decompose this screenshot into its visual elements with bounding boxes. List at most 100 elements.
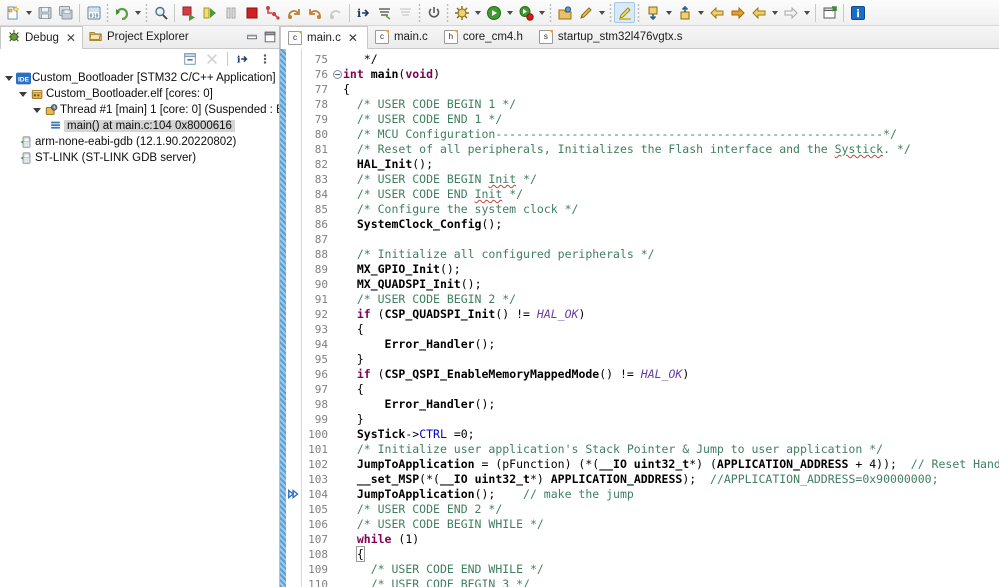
step-over-button[interactable] [283,2,304,23]
previous-annotation-button[interactable] [674,2,695,23]
pencil-button[interactable] [575,2,596,23]
next-edit-dropdown[interactable] [801,2,812,23]
code-line[interactable]: /* USER CODE END 2 */ [343,502,999,517]
run-configurations-button[interactable] [483,2,504,23]
power-button[interactable] [423,2,444,23]
code-line[interactable]: /* Reset of all peripherals, Initializes… [343,142,999,157]
view-menu-button[interactable] [255,50,275,68]
maximize-view-button[interactable] [261,26,279,48]
build-hammer-button[interactable]: 010 [83,2,104,23]
next-edit-button[interactable] [780,2,801,23]
debug-resume-button[interactable] [178,2,199,23]
code-line[interactable]: JumpToApplication(); // make the jump [343,487,999,502]
new-wizard-button[interactable] [2,2,23,23]
instruction-stepping-button[interactable]: i [353,2,374,23]
close-icon[interactable]: ✕ [66,31,76,45]
code-line[interactable]: Error_Handler(); [343,397,999,412]
next-annotation-dropdown[interactable] [663,2,674,23]
editor-tab-main-c[interactable]: c main.c [368,26,437,48]
code-line[interactable]: } [343,352,999,367]
save-all-button[interactable] [55,2,76,23]
code-line[interactable]: /* USER CODE END Init */ [343,187,999,202]
code-line[interactable]: { [343,82,999,97]
code-line[interactable]: JumpToApplication = (pFunction) (*(__IO … [343,457,999,472]
folding-ruler[interactable] [332,49,343,587]
view-tab-debug[interactable]: Debug ✕ [0,26,83,49]
code-text[interactable]: */int main(void){ /* USER CODE BEGIN 1 *… [343,49,999,587]
code-line[interactable]: { [343,547,999,562]
code-line[interactable]: while (1) [343,532,999,547]
tree-row-launch[interactable]: IDE Custom_Bootloader [STM32 C/C++ Appli… [0,70,279,86]
step-run-button[interactable] [199,2,220,23]
code-line[interactable]: { [343,382,999,397]
previous-edit-button[interactable] [748,2,769,23]
open-perspective-button[interactable] [554,2,575,23]
information-center-button[interactable] [847,2,868,23]
fold-collapse-icon[interactable] [332,67,343,82]
chevron-down-icon[interactable] [30,102,43,118]
editor-tab-main-c-active[interactable]: c main.c ✕ [280,26,368,49]
code-line[interactable]: __set_MSP(*(__IO uint32_t*) APPLICATION_… [343,472,999,487]
run-configurations-dropdown[interactable] [504,2,515,23]
code-line[interactable]: { [343,322,999,337]
suspend-button[interactable] [220,2,241,23]
code-line[interactable]: if (CSP_QSPI_EnableMemoryMappedMode() !=… [343,367,999,382]
tree-row-gdb-server[interactable]: ST-LINK (ST-LINK GDB server) [0,150,279,166]
collapse-all-button[interactable] [180,50,200,68]
code-line[interactable]: /* USER CODE BEGIN 1 */ [343,97,999,112]
code-line[interactable]: if (CSP_QUADSPI_Init() != HAL_OK) [343,307,999,322]
code-line[interactable]: MX_GPIO_Init(); [343,262,999,277]
code-line[interactable]: SysTick->CTRL =0; [343,427,999,442]
chevron-down-icon[interactable] [2,70,15,86]
step-return-button[interactable] [304,2,325,23]
new-wizard-dropdown[interactable] [23,2,34,23]
code-line[interactable]: /* USER CODE BEGIN WHILE */ [343,517,999,532]
code-line[interactable]: /* Configure the system clock */ [343,202,999,217]
next-annotation-button[interactable] [642,2,663,23]
code-line[interactable]: /* Initialize all configured peripherals… [343,247,999,262]
marker-ruler[interactable] [286,49,302,587]
forward-button[interactable] [727,2,748,23]
code-line[interactable]: /* USER CODE END WHILE */ [343,562,999,577]
code-line[interactable]: MX_QUADSPI_Init(); [343,277,999,292]
code-line[interactable]: */ [343,52,999,67]
close-icon[interactable]: ✕ [348,31,358,45]
debug-configurations-dropdown[interactable] [472,2,483,23]
search-icon-button[interactable] [150,2,171,23]
code-line[interactable] [343,232,999,247]
code-line[interactable]: /* USER CODE BEGIN Init */ [343,172,999,187]
previous-annotation-dropdown[interactable] [695,2,706,23]
code-line[interactable]: } [343,412,999,427]
run-external-tools-dropdown[interactable] [132,2,143,23]
editor-tab-startup-s[interactable]: s startup_stm32l476vgtx.s [532,26,692,48]
all-instructions-button[interactable] [374,2,395,23]
tree-row-process[interactable]: Custom_Bootloader.elf [cores: 0] [0,86,279,102]
save-button[interactable] [34,2,55,23]
code-line[interactable]: HAL_Init(); [343,157,999,172]
back-button[interactable] [706,2,727,23]
run-external-tools-button[interactable] [111,2,132,23]
previous-edit-dropdown[interactable] [769,2,780,23]
disconnect-button[interactable] [395,2,416,23]
code-line[interactable]: /* USER CODE END 1 */ [343,112,999,127]
editor-tab-core-cm4-h[interactable]: h core_cm4.h [437,26,532,48]
drop-to-frame-button[interactable] [325,2,346,23]
tree-row-gdb[interactable]: arm-none-eabi-gdb (12.1.90.20220802) [0,134,279,150]
terminate-button[interactable] [241,2,262,23]
marker-pen-button[interactable] [614,2,635,23]
instruction-stepping-mode-button[interactable]: i [233,50,253,68]
remove-all-terminated-button[interactable] [202,50,222,68]
debug-launch-tree[interactable]: IDE Custom_Bootloader [STM32 C/C++ Appli… [0,69,279,587]
pencil-dropdown[interactable] [596,2,607,23]
tree-row-stack-frame[interactable]: main() at main.c:104 0x8000616 [0,118,279,134]
code-line[interactable]: int main(void) [343,67,999,82]
new-window-button[interactable] [819,2,840,23]
chevron-down-icon[interactable] [16,86,29,102]
tree-row-thread[interactable]: Thread #1 [main] 1 [core: 0] (Suspended … [0,102,279,118]
code-line[interactable]: Error_Handler(); [343,337,999,352]
code-line[interactable]: /* USER CODE BEGIN 2 */ [343,292,999,307]
run-coverage-dropdown[interactable] [536,2,547,23]
source-editor[interactable]: 7576777879808182838485868788899091929394… [280,49,999,587]
code-line[interactable]: /* MCU Configuration--------------------… [343,127,999,142]
code-line[interactable]: /* USER CODE BEGIN 3 */ [343,577,999,587]
